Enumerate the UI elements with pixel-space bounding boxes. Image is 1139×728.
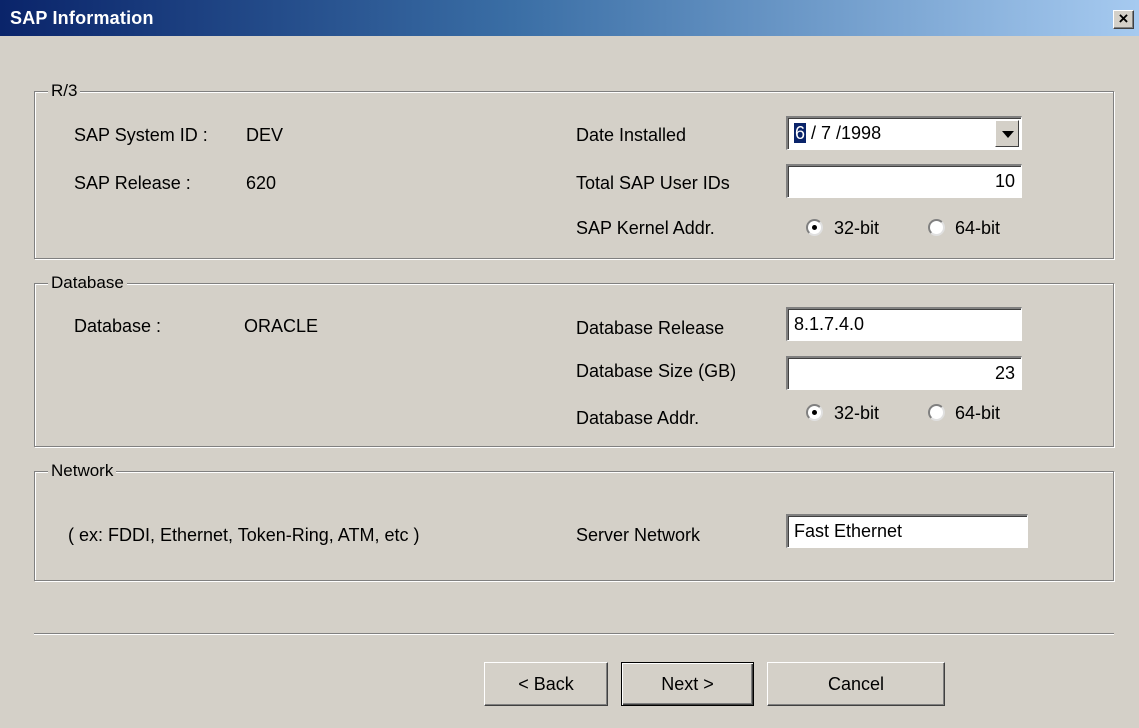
close-button[interactable]: × [1113, 10, 1134, 29]
server-network-label: Server Network [576, 525, 701, 545]
date-month-segment[interactable]: 6 [794, 123, 807, 143]
back-button[interactable]: < Back [484, 662, 608, 706]
close-icon: × [1118, 9, 1129, 28]
kernel-addr-label: SAP Kernel Addr. [576, 218, 715, 238]
kernel-addr-64bit-radio[interactable] [928, 219, 945, 236]
database-value: ORACLE [244, 316, 319, 336]
database-addr-32bit-label[interactable]: 32-bit [834, 402, 879, 424]
database-size-label: Database Size (GB) [576, 361, 737, 381]
cancel-button[interactable]: Cancel [767, 662, 945, 706]
database-addr-64bit-label[interactable]: 64-bit [955, 402, 1000, 424]
sap-system-id-label: SAP System ID : [74, 125, 208, 145]
date-rest-segment: / 7 /1998 [806, 123, 882, 143]
database-addr-32bit-radio[interactable] [806, 404, 823, 421]
database-release-label: Database Release [576, 318, 725, 338]
chevron-down-icon[interactable] [995, 120, 1019, 147]
kernel-addr-64bit-label[interactable]: 64-bit [955, 217, 1000, 239]
sap-release-value: 620 [246, 173, 277, 193]
database-addr-label: Database Addr. [576, 408, 700, 428]
title-bar: SAP Information × [0, 0, 1139, 36]
kernel-addr-32bit-label[interactable]: 32-bit [834, 217, 879, 239]
r3-group-legend: R/3 [48, 81, 81, 101]
total-user-ids-input[interactable]: 10 [786, 164, 1022, 198]
database-group-legend: Database [48, 273, 127, 293]
date-installed-label: Date Installed [576, 125, 687, 145]
database-addr-64bit-radio[interactable] [928, 404, 945, 421]
total-user-ids-label: Total SAP User IDs [576, 173, 730, 193]
database-size-input[interactable]: 23 [786, 356, 1022, 390]
database-label: Database : [74, 316, 162, 336]
server-network-input[interactable]: Fast Ethernet [786, 514, 1028, 548]
date-installed-picker[interactable]: 6 / 7 /1998 [786, 116, 1022, 150]
next-button[interactable]: Next > [621, 662, 754, 706]
button-separator [34, 633, 1114, 635]
network-hint: ( ex: FDDI, Ethernet, Token-Ring, ATM, e… [68, 525, 420, 545]
sap-release-label: SAP Release : [74, 173, 191, 193]
kernel-addr-32bit-radio[interactable] [806, 219, 823, 236]
database-release-input[interactable]: 8.1.7.4.0 [786, 307, 1022, 341]
sap-system-id-value: DEV [246, 125, 284, 145]
network-group-legend: Network [48, 461, 117, 481]
window-title: SAP Information [10, 8, 154, 28]
